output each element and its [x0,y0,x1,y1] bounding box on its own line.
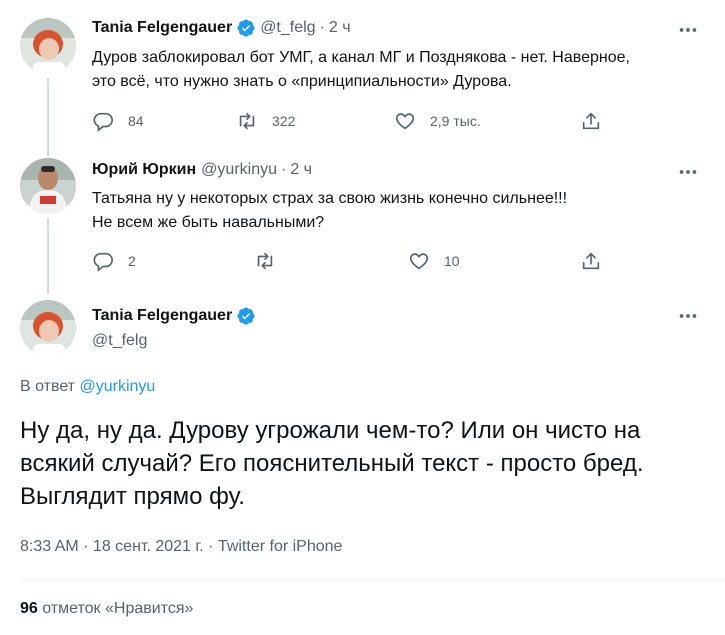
thread-line [47,218,49,294]
tweet-time[interactable]: 2 ч [329,19,351,37]
author-name[interactable]: Юрий Юркин [92,161,196,179]
reply-icon [93,252,113,272]
reply-mention-link[interactable]: @yurkinyu [79,378,155,395]
tweet-time[interactable]: 2 ч [290,161,312,179]
like-stats-link[interactable]: 96 отметок «Нравится» [20,600,193,618]
retweet-button[interactable] [254,250,276,272]
tweet-text-line: это всё, что нужно знать о «принципиальн… [92,73,512,90]
like-count: 2,9 тыс. [430,113,481,129]
reply-count: 84 [128,113,144,129]
share-button[interactable] [580,250,602,272]
reply-prefix: В ответ [20,378,76,395]
main-tweet-handle-row: @t_felg [92,332,147,350]
tweet-text: Дуров заблокировал бот УМГ, а канал МГ и… [92,46,630,94]
tweet-text: Татьяна ну у некоторых страх за свою жиз… [92,187,567,235]
retweet-count: 322 [272,113,296,129]
reply-icon [93,112,113,132]
like-button[interactable]: 10 [408,250,460,272]
like-button[interactable]: 2,9 тыс. [394,110,481,132]
main-tweet-name-row: Tania Felgengauer [92,306,260,326]
separator-dot: · [319,19,325,36]
thread-line [47,78,49,156]
main-tweet-text: Ну да, ну да. Дурову угрожали чем-то? Ил… [20,417,644,510]
like-total: 96 [20,600,38,617]
like-total-label: отметок «Нравится» [42,600,194,617]
divider [20,580,725,581]
tweet-text-line: Татьяна ну у некоторых страх за свою жиз… [92,190,568,207]
more-options-icon[interactable] [674,162,702,182]
tweet-text-line: Не всем же быть навальными? [92,214,325,231]
tweet-timestamp[interactable]: 8:33 AM · 18 сент. 2021 г. · Twitter for… [20,538,342,556]
author-name[interactable]: Tania Felgengauer [92,19,232,37]
like-count: 10 [444,253,460,269]
share-icon [582,112,600,130]
retweet-icon [257,252,273,270]
reply-count: 2 [128,253,136,269]
author-name[interactable]: Tania Felgengauer [92,307,232,325]
reply-button[interactable]: 84 [92,110,144,132]
tweet2-header: Юрий Юркин @yurkinyu · 2 ч [92,161,312,179]
author-handle[interactable]: @t_felg [92,332,147,350]
more-options-icon[interactable] [674,20,702,40]
tweet1-header: Tania Felgengauer @t_felg · 2 ч [92,18,351,38]
separator-dot: · [281,161,287,178]
avatar[interactable] [20,18,76,74]
retweet-icon [239,112,255,130]
verified-badge-icon [237,307,255,325]
reply-button[interactable]: 2 [92,250,136,272]
heart-icon [395,113,415,130]
share-button[interactable] [580,110,602,132]
verified-badge-icon [237,19,255,37]
author-handle[interactable]: @t_felg [260,19,315,37]
reply-context: В ответ @yurkinyu [20,378,155,396]
more-options-icon[interactable] [674,306,702,326]
author-handle[interactable]: @yurkinyu [201,161,277,179]
retweet-button[interactable]: 322 [236,110,295,132]
share-icon [582,252,600,270]
heart-icon [409,253,429,270]
avatar[interactable] [20,158,76,214]
tweet-text-line: Дуров заблокировал бот УМГ, а канал МГ и… [92,49,630,66]
avatar[interactable] [20,300,76,356]
